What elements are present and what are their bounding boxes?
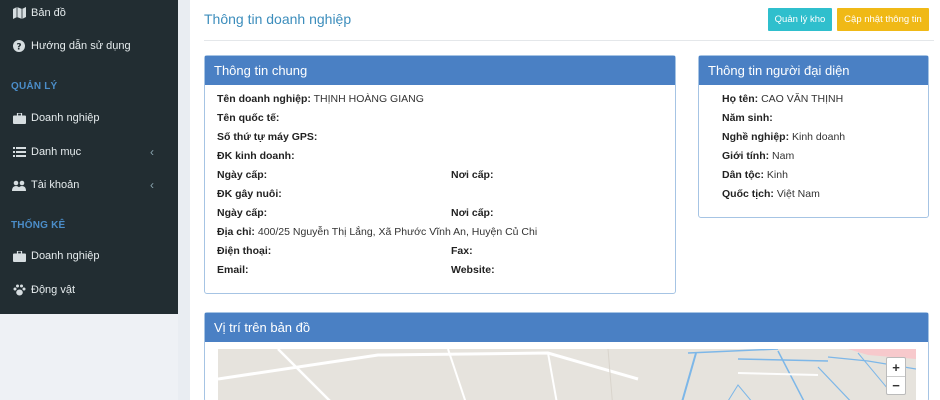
zoom-out-button[interactable]: − (887, 376, 905, 394)
chevron-left-icon: ‹ (150, 178, 154, 192)
field-label: ĐK gây nuôi: (217, 188, 282, 200)
breeding-reg-row: ĐK gây nuôi: (217, 188, 282, 200)
users-icon (12, 179, 26, 191)
fax-row: Fax: (451, 245, 473, 257)
field-label: Quốc tịch: (722, 188, 774, 200)
sidebar-item-enterprise[interactable]: Doanh nghiệp (0, 105, 178, 131)
sidebar-item-account[interactable]: Tài khoản ‹ (0, 172, 178, 198)
address-value: 400/25 Nguyễn Thị Lắng, Xã Phước Vĩnh An… (257, 226, 538, 238)
content-gutter (178, 0, 190, 400)
field-label: Nơi cấp: (451, 169, 494, 181)
field-label: Dân tộc: (722, 169, 764, 181)
rep-name-row: Họ tên: CAO VĂN THỊNH (722, 93, 843, 105)
issue-date-row: Ngày cấp: (217, 169, 267, 181)
main-content: Thông tin doanh nghiệp Quản lý kho Cập n… (190, 0, 940, 400)
sidebar-item-stats-enterprise[interactable]: Doanh nghiệp (0, 243, 178, 269)
sidebar-item-map[interactable]: Bản đồ (0, 0, 178, 26)
field-label: Nơi cấp: (451, 207, 494, 219)
email-row: Email: (217, 264, 249, 276)
company-name-row: Tên doanh nghiệp: THỊNH HOÀNG GIANG (217, 93, 424, 105)
field-label: Điện thoại: (217, 245, 272, 257)
chevron-left-icon: ‹ (150, 145, 154, 159)
rep-birth-year-row: Năm sinh: (722, 112, 773, 124)
briefcase-icon (12, 250, 26, 262)
field-label: Ngày cấp: (217, 169, 268, 181)
sidebar-item-animals[interactable]: Động vật (0, 277, 178, 303)
sidebar-item-label: Danh mục (31, 146, 82, 158)
divider (204, 40, 934, 41)
phone-row: Điện thoại: (217, 245, 271, 257)
section-header-stats: THỐNG KÊ (11, 220, 66, 231)
representative-panel: Thông tin người đại diện Họ tên: CAO VĂN… (698, 55, 929, 218)
field-label: Số thứ tự máy GPS: (217, 131, 318, 143)
paw-icon (12, 284, 26, 296)
field-label: ĐK kinh doanh: (217, 150, 295, 162)
field-label: Fax: (451, 245, 473, 257)
map-canvas[interactable]: + − (218, 349, 916, 400)
field-label: Họ tên: (722, 93, 759, 105)
sidebar: Bản đồ ? Hướng dẫn sử dụng QUẢN LÝ Doanh… (0, 0, 178, 314)
sidebar-item-label: Bản đồ (31, 7, 66, 19)
field-label: Website: (451, 264, 495, 276)
sidebar-item-guide[interactable]: ? Hướng dẫn sử dụng (0, 33, 178, 59)
website-row: Website: (451, 264, 495, 276)
field-label: Tên quốc tế: (217, 112, 280, 124)
sidebar-item-catalog[interactable]: Danh mục ‹ (0, 139, 178, 165)
sidebar-item-label: Doanh nghiệp (31, 250, 100, 262)
rep-name-value: CAO VĂN THỊNH (761, 93, 844, 105)
field-label: Tên doanh nghiệp: (217, 93, 311, 105)
map-tiles (218, 349, 916, 400)
field-label: Ngày cấp: (217, 207, 268, 219)
field-label: Giới tính: (722, 150, 770, 162)
section-header-manage: QUẢN LÝ (11, 81, 58, 92)
gps-row: Số thứ tự máy GPS: (217, 131, 317, 143)
map-panel: Vị trí trên bản đồ + − (204, 312, 929, 400)
panel-title: Thông tin chung (205, 56, 675, 85)
svg-text:?: ? (16, 43, 21, 53)
rep-nationality-row: Quốc tịch: Việt Nam (722, 188, 820, 200)
warehouse-button[interactable]: Quản lý kho (768, 8, 832, 31)
company-name-value: THỊNH HOÀNG GIANG (313, 93, 424, 105)
rep-nationality-value: Việt Nam (776, 188, 820, 200)
update-info-button[interactable]: Cập nhật thông tin (837, 8, 929, 31)
field-label: Địa chỉ: (217, 226, 255, 238)
panel-title: Thông tin người đại diện (699, 56, 928, 85)
field-label: Năm sinh: (722, 112, 773, 124)
rep-gender-value: Nam (772, 150, 795, 162)
sidebar-item-label: Tài khoản (31, 179, 80, 191)
briefcase-icon (12, 112, 26, 124)
rep-occupation-value: Kinh doanh (792, 131, 846, 143)
sidebar-item-label: Động vật (31, 284, 76, 296)
map-icon (12, 7, 26, 19)
general-info-panel: Thông tin chung Tên doanh nghiệp: THỊNH … (204, 55, 676, 294)
field-label: Nghề nghiệp: (722, 131, 790, 143)
field-label: Email: (217, 264, 249, 276)
rep-occupation-row: Nghề nghiệp: Kinh doanh (722, 131, 845, 143)
question-circle-icon: ? (12, 40, 26, 52)
list-icon (12, 146, 26, 158)
sidebar-item-label: Doanh nghiệp (31, 112, 100, 124)
zoom-in-button[interactable]: + (887, 358, 905, 376)
rep-ethnicity-value: Kinh (766, 169, 788, 181)
rep-gender-row: Giới tính: Nam (722, 150, 794, 162)
issue-date2-row: Ngày cấp: (217, 207, 267, 219)
intl-name-row: Tên quốc tế: (217, 112, 279, 124)
sidebar-item-label: Hướng dẫn sử dụng (31, 40, 131, 52)
business-reg-row: ĐK kinh doanh: (217, 150, 295, 162)
issue-place2-row: Nơi cấp: (451, 207, 493, 219)
map-zoom-control: + − (886, 357, 906, 395)
panel-title: Vị trí trên bản đồ (205, 313, 928, 342)
issue-place-row: Nơi cấp: (451, 169, 493, 181)
rep-ethnicity-row: Dân tộc: Kinh (722, 169, 788, 181)
page-title: Thông tin doanh nghiệp (204, 11, 352, 27)
address-row: Địa chỉ: 400/25 Nguyễn Thị Lắng, Xã Phướ… (217, 226, 537, 238)
